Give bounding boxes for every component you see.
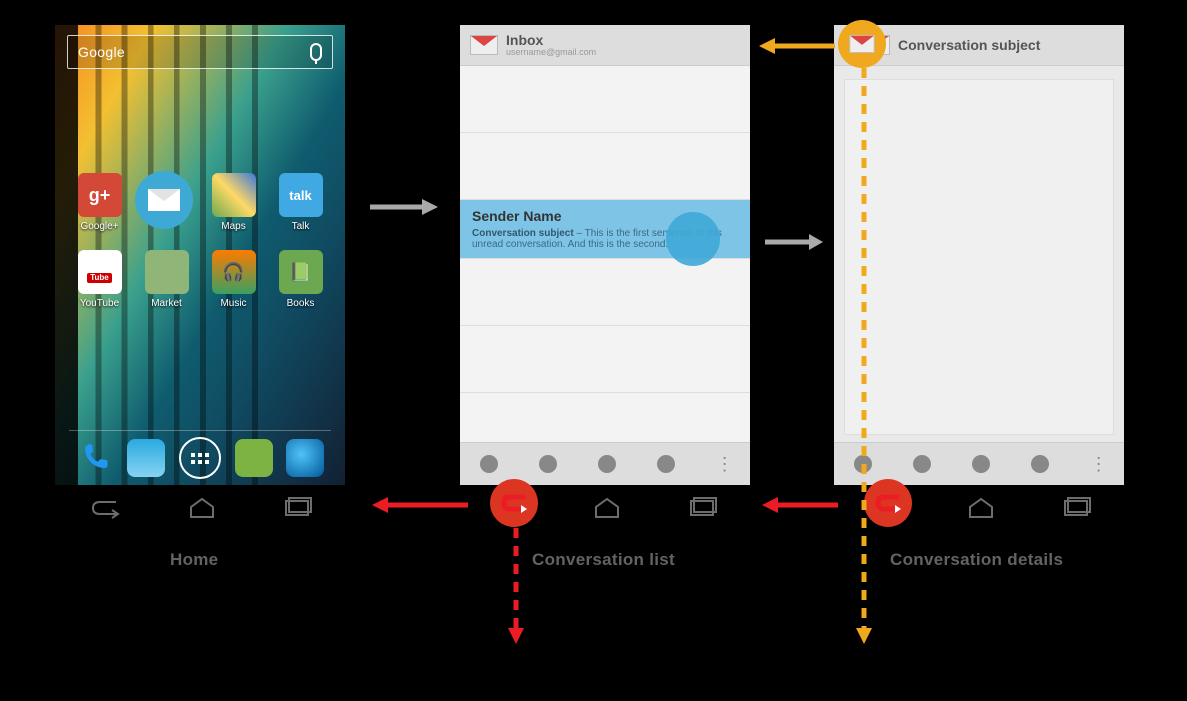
list-item[interactable]: [460, 66, 750, 133]
up-button-highlight: [838, 20, 886, 68]
app-books[interactable]: 📗 Books: [272, 250, 329, 309]
dock: [55, 437, 345, 479]
dock-phone-icon[interactable]: [76, 439, 114, 477]
message-body[interactable]: [844, 79, 1114, 435]
action-button[interactable]: [854, 455, 872, 473]
recents-icon[interactable]: [282, 497, 312, 519]
dock-browser-icon[interactable]: [286, 439, 324, 477]
list-item[interactable]: [460, 133, 750, 200]
app-market[interactable]: Market: [138, 250, 195, 309]
home-icon[interactable]: [592, 497, 622, 519]
screen-home: Google g+ Google+ Maps talk Talk: [55, 25, 345, 485]
diagram-stage: Google g+ Google+ Maps talk Talk: [0, 0, 1187, 701]
action-button[interactable]: [972, 455, 990, 473]
arrow-back-dashed: [506, 528, 526, 653]
arrow-up-nav: [757, 36, 837, 61]
action-button[interactable]: [1031, 455, 1049, 473]
recents-icon[interactable]: [1061, 497, 1091, 519]
dock-apps-icon[interactable]: [179, 437, 221, 479]
arrow-forward-1: [370, 197, 440, 222]
app-music[interactable]: 🎧 Music: [205, 250, 262, 309]
google-search-bar[interactable]: Google: [67, 35, 333, 69]
action-bar-title: Conversation subject: [898, 38, 1040, 52]
maps-icon: [212, 173, 256, 217]
action-button[interactable]: [913, 455, 931, 473]
overflow-icon[interactable]: ⋮: [1090, 454, 1104, 475]
touch-indicator-icon: [666, 212, 720, 266]
dock-messaging-icon[interactable]: [235, 439, 273, 477]
talk-icon: talk: [279, 173, 323, 217]
gmail-icon: [849, 35, 874, 53]
mic-icon[interactable]: [310, 43, 322, 61]
screen-conversation-details: 〈 Conversation subject ⋮: [834, 25, 1124, 485]
search-label: Google: [78, 44, 125, 60]
action-button[interactable]: [480, 455, 498, 473]
screen-conversation-list: Inbox username@gmail.com Sender Name Con…: [460, 25, 750, 485]
action-bar[interactable]: Inbox username@gmail.com: [460, 25, 750, 66]
nav-bar: [834, 497, 1124, 519]
arrow-back-2: [370, 495, 470, 520]
action-button[interactable]: [657, 455, 675, 473]
action-button[interactable]: [598, 455, 616, 473]
back-icon[interactable]: [88, 497, 122, 519]
split-action-bar: ⋮: [460, 442, 750, 485]
home-icon[interactable]: [966, 497, 996, 519]
list-item[interactable]: [460, 259, 750, 326]
music-icon: 🎧: [212, 250, 256, 294]
overflow-icon[interactable]: ⋮: [716, 454, 730, 475]
arrow-forward-2: [765, 232, 825, 257]
app-maps[interactable]: Maps: [205, 173, 262, 232]
recents-icon[interactable]: [687, 497, 717, 519]
caption-home: Home: [170, 550, 218, 570]
divider: [69, 430, 331, 431]
market-icon: [145, 250, 189, 294]
arrow-back-1: [760, 495, 840, 520]
caption-conversation-list: Conversation list: [532, 550, 675, 570]
app-talk[interactable]: talk Talk: [272, 173, 329, 232]
action-button[interactable]: [539, 455, 557, 473]
home-icon[interactable]: [187, 497, 217, 519]
nav-bar: [460, 497, 750, 519]
action-bar-title: Inbox: [506, 33, 596, 47]
gmail-icon: [470, 35, 498, 55]
dock-contacts-icon[interactable]: [127, 439, 165, 477]
list-item-selected[interactable]: Sender Name Conversation subject – This …: [460, 200, 750, 259]
caption-conversation-details: Conversation details: [890, 550, 1063, 570]
books-icon: 📗: [279, 250, 323, 294]
app-google-plus[interactable]: g+ Google+: [71, 173, 128, 232]
split-action-bar: ⋮: [834, 442, 1124, 485]
app-youtube[interactable]: You Tube YouTube: [71, 250, 128, 309]
app-grid: g+ Google+ Maps talk Talk You Tube: [71, 173, 329, 309]
youtube-icon: You Tube: [78, 250, 122, 294]
action-bar-subtitle: username@gmail.com: [506, 47, 596, 57]
gplus-icon: g+: [78, 173, 122, 217]
list-item[interactable]: [460, 326, 750, 393]
nav-bar: [55, 497, 345, 519]
